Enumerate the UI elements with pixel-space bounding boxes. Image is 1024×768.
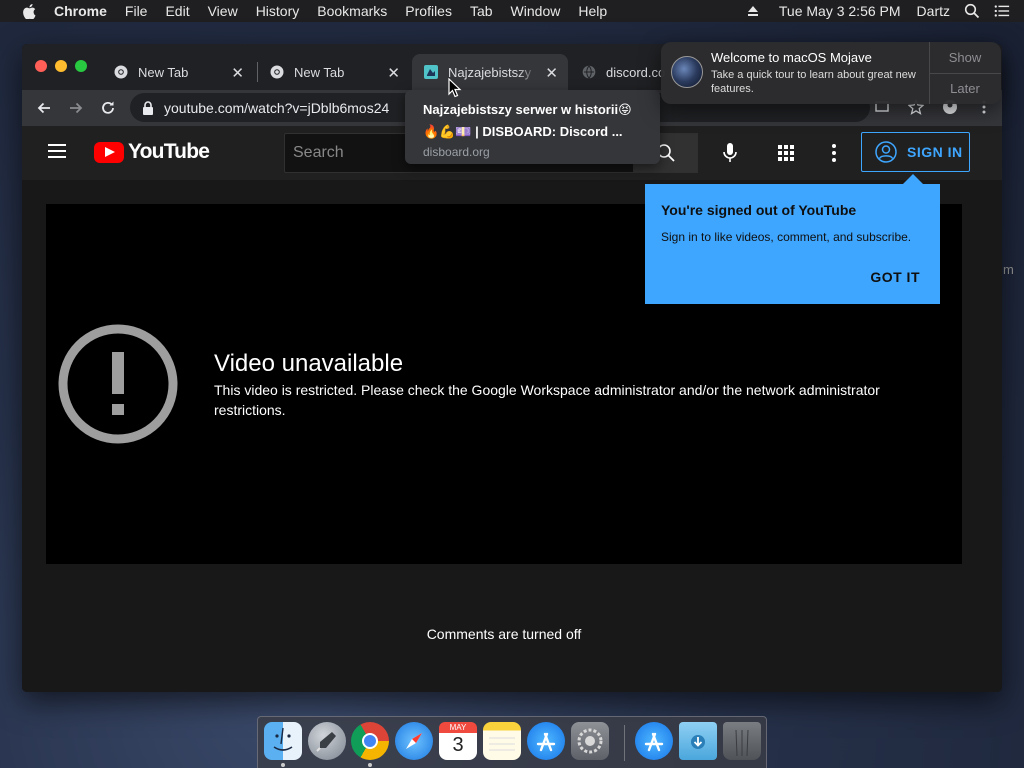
minimize-window-button[interactable] [55,60,67,72]
search-placeholder: Search [293,144,344,161]
eject-icon[interactable] [745,3,761,19]
menu-window[interactable]: Window [511,3,561,19]
account-circle-icon [875,141,897,163]
tab-title: New Tab [294,64,345,80]
calendar-day: 3 [452,734,464,756]
background-window-fragment: m [1003,262,1014,277]
chrome-icon[interactable] [351,722,389,760]
tab-hover-card: Najzajebistszy serwer w historii😝 🔥💪💷 | … [405,90,660,164]
tab-title: New Tab [138,64,189,80]
close-window-button[interactable] [35,60,47,72]
menu-profiles[interactable]: Profiles [405,3,452,19]
callout-text: Sign in to like videos, comment, and sub… [661,230,912,244]
dock-separator [624,725,625,761]
sign-in-label: SIGN IN [907,144,963,160]
calendar-icon[interactable]: MAY 3 [439,722,477,760]
apps-grid-icon[interactable] [774,141,798,165]
spotlight-search-icon[interactable] [964,3,980,19]
calendar-month: MAY [439,722,477,733]
menu-bookmarks[interactable]: Bookmarks [317,3,387,19]
notification-show-button[interactable]: Show [929,42,1001,73]
zoom-window-button[interactable] [75,60,87,72]
menu-edit[interactable]: Edit [165,3,189,19]
running-indicator [368,763,372,767]
dock: MAY 3 [257,716,767,768]
lock-icon[interactable] [142,100,154,115]
menubar-user[interactable]: Dartz [917,3,950,19]
got-it-button[interactable]: GOT IT [870,269,920,285]
forward-button[interactable] [60,94,92,122]
downloads-folder-icon[interactable] [679,722,717,760]
apple-menu-icon[interactable] [22,3,36,19]
video-unavailable-title: Video unavailable [214,350,404,377]
menubar-clock[interactable]: Tue May 3 2:56 PM [779,3,901,19]
notification-later-button[interactable]: Later [929,73,1001,104]
safari-icon[interactable] [395,722,433,760]
tab-new-tab-1[interactable]: New Tab ✕ [102,54,254,90]
more-options-icon[interactable] [822,141,846,165]
menu-bar: Chrome File Edit View History Bookmarks … [0,0,1024,22]
menu-file[interactable]: File [125,3,148,19]
globe-favicon-icon [582,65,596,79]
reload-button[interactable] [92,94,124,122]
hover-card-title-line-2: 🔥💪💷 | DISBOARD: Discord ... [423,124,623,139]
signed-out-callout: You're signed out of YouTube Sign in to … [645,174,940,304]
finder-icon[interactable] [264,722,302,760]
menu-history[interactable]: History [256,3,300,19]
hover-card-domain: disboard.org [423,145,490,159]
menu-view[interactable]: View [208,3,238,19]
notification-title: Welcome to macOS Mojave [711,50,872,65]
youtube-logo-text: YouTube [128,140,210,163]
macos-mojave-icon [671,56,703,88]
mojave-notification[interactable]: Welcome to macOS Mojave Take a quick tou… [661,42,1001,104]
mouse-cursor-icon [448,78,462,98]
callout-title: You're signed out of YouTube [661,202,857,218]
running-indicator [281,763,285,767]
hover-card-title-line-1: Najzajebistszy serwer w historii😝 [423,102,632,117]
tab-new-tab-2[interactable]: New Tab ✕ [258,54,410,90]
notification-body: Take a quick tour to learn about great n… [711,69,916,95]
window-controls [35,60,95,72]
back-button[interactable] [28,94,60,122]
menubar-status-area: Tue May 3 2:56 PM Dartz [731,0,1024,22]
disboard-favicon-icon [424,65,438,79]
sign-in-button[interactable]: SIGN IN [861,132,970,172]
system-preferences-icon[interactable] [571,722,609,760]
youtube-play-logo-icon [94,141,124,163]
video-restricted-message: This video is restricted. Please check t… [214,382,880,418]
menu-tab[interactable]: Tab [470,3,493,19]
comments-turned-off-text: Comments are turned off [426,626,582,642]
tab-close-icon[interactable]: ✕ [387,64,400,82]
chrome-favicon-icon [114,65,128,79]
app-store-icon[interactable] [527,722,565,760]
error-exclamation-icon [58,324,178,444]
launchpad-icon[interactable] [308,722,346,760]
trash-icon[interactable] [723,722,761,760]
tab-discord[interactable]: discord.co [570,54,670,90]
notification-center-icon[interactable] [994,3,1010,19]
tab-close-icon[interactable]: ✕ [545,64,558,82]
tab-title: discord.co [606,64,666,80]
notes-icon[interactable] [483,722,521,760]
youtube-logo[interactable]: YouTube [94,140,210,164]
menu-help[interactable]: Help [578,3,607,19]
chrome-favicon-icon [270,65,284,79]
hamburger-menu-icon[interactable] [48,144,66,158]
microphone-icon[interactable] [716,139,744,167]
url-text: youtube.com/watch?v=jDblb6mos24 [164,99,390,116]
tab-close-icon[interactable]: ✕ [231,64,244,82]
menu-app-name[interactable]: Chrome [54,3,107,19]
tab-disboard[interactable]: Najzajebistszy s ✕ [412,54,568,90]
app-store-downloads-icon[interactable] [635,722,673,760]
